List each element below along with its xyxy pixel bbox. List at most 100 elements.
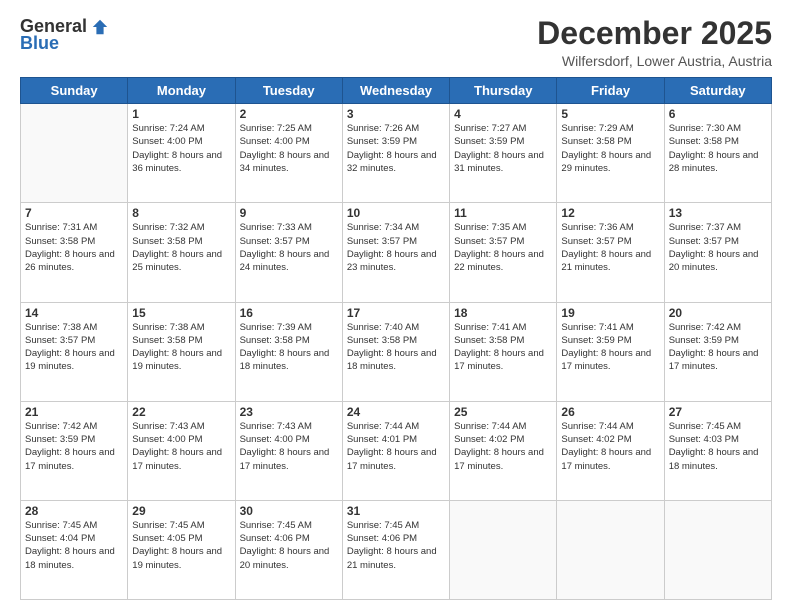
calendar-cell: 28Sunrise: 7:45 AMSunset: 4:04 PMDayligh… (21, 500, 128, 599)
logo-icon (91, 18, 109, 36)
day-of-week-header: Saturday (664, 78, 771, 104)
calendar-cell: 21Sunrise: 7:42 AMSunset: 3:59 PMDayligh… (21, 401, 128, 500)
day-number: 15 (132, 306, 230, 320)
calendar-cell: 8Sunrise: 7:32 AMSunset: 3:58 PMDaylight… (128, 203, 235, 302)
day-info: Sunrise: 7:44 AMSunset: 4:01 PMDaylight:… (347, 420, 445, 473)
day-info: Sunrise: 7:26 AMSunset: 3:59 PMDaylight:… (347, 122, 445, 175)
calendar-cell: 13Sunrise: 7:37 AMSunset: 3:57 PMDayligh… (664, 203, 771, 302)
day-number: 13 (669, 206, 767, 220)
calendar-cell: 24Sunrise: 7:44 AMSunset: 4:01 PMDayligh… (342, 401, 449, 500)
day-of-week-header: Tuesday (235, 78, 342, 104)
day-number: 25 (454, 405, 552, 419)
day-of-week-header: Monday (128, 78, 235, 104)
day-info: Sunrise: 7:30 AMSunset: 3:58 PMDaylight:… (669, 122, 767, 175)
day-of-week-header: Friday (557, 78, 664, 104)
calendar-cell: 23Sunrise: 7:43 AMSunset: 4:00 PMDayligh… (235, 401, 342, 500)
calendar-cell: 31Sunrise: 7:45 AMSunset: 4:06 PMDayligh… (342, 500, 449, 599)
subtitle: Wilfersdorf, Lower Austria, Austria (537, 53, 772, 69)
calendar-table: SundayMondayTuesdayWednesdayThursdayFrid… (20, 77, 772, 600)
day-number: 24 (347, 405, 445, 419)
day-number: 9 (240, 206, 338, 220)
month-title: December 2025 (537, 16, 772, 51)
day-number: 30 (240, 504, 338, 518)
day-of-week-header: Sunday (21, 78, 128, 104)
title-block: December 2025 Wilfersdorf, Lower Austria… (537, 16, 772, 69)
day-number: 18 (454, 306, 552, 320)
day-info: Sunrise: 7:35 AMSunset: 3:57 PMDaylight:… (454, 221, 552, 274)
day-info: Sunrise: 7:27 AMSunset: 3:59 PMDaylight:… (454, 122, 552, 175)
day-info: Sunrise: 7:45 AMSunset: 4:06 PMDaylight:… (240, 519, 338, 572)
calendar-cell (557, 500, 664, 599)
day-info: Sunrise: 7:34 AMSunset: 3:57 PMDaylight:… (347, 221, 445, 274)
day-info: Sunrise: 7:40 AMSunset: 3:58 PMDaylight:… (347, 321, 445, 374)
calendar-cell: 16Sunrise: 7:39 AMSunset: 3:58 PMDayligh… (235, 302, 342, 401)
calendar-cell: 12Sunrise: 7:36 AMSunset: 3:57 PMDayligh… (557, 203, 664, 302)
day-info: Sunrise: 7:42 AMSunset: 3:59 PMDaylight:… (25, 420, 123, 473)
calendar-cell: 9Sunrise: 7:33 AMSunset: 3:57 PMDaylight… (235, 203, 342, 302)
calendar-cell: 27Sunrise: 7:45 AMSunset: 4:03 PMDayligh… (664, 401, 771, 500)
day-number: 22 (132, 405, 230, 419)
calendar-week-row: 14Sunrise: 7:38 AMSunset: 3:57 PMDayligh… (21, 302, 772, 401)
calendar-cell: 3Sunrise: 7:26 AMSunset: 3:59 PMDaylight… (342, 104, 449, 203)
day-number: 26 (561, 405, 659, 419)
header: General Blue December 2025 Wilfersdorf, … (20, 16, 772, 69)
day-number: 23 (240, 405, 338, 419)
calendar-cell: 11Sunrise: 7:35 AMSunset: 3:57 PMDayligh… (450, 203, 557, 302)
logo: General Blue (20, 16, 109, 54)
day-number: 3 (347, 107, 445, 121)
day-of-week-header: Thursday (450, 78, 557, 104)
calendar-cell: 17Sunrise: 7:40 AMSunset: 3:58 PMDayligh… (342, 302, 449, 401)
calendar-cell: 22Sunrise: 7:43 AMSunset: 4:00 PMDayligh… (128, 401, 235, 500)
day-info: Sunrise: 7:41 AMSunset: 3:59 PMDaylight:… (561, 321, 659, 374)
day-number: 21 (25, 405, 123, 419)
calendar-header-row: SundayMondayTuesdayWednesdayThursdayFrid… (21, 78, 772, 104)
calendar-cell (664, 500, 771, 599)
day-number: 28 (25, 504, 123, 518)
calendar-cell: 30Sunrise: 7:45 AMSunset: 4:06 PMDayligh… (235, 500, 342, 599)
calendar-week-row: 7Sunrise: 7:31 AMSunset: 3:58 PMDaylight… (21, 203, 772, 302)
day-info: Sunrise: 7:31 AMSunset: 3:58 PMDaylight:… (25, 221, 123, 274)
day-number: 12 (561, 206, 659, 220)
day-info: Sunrise: 7:39 AMSunset: 3:58 PMDaylight:… (240, 321, 338, 374)
day-number: 6 (669, 107, 767, 121)
day-number: 20 (669, 306, 767, 320)
day-info: Sunrise: 7:37 AMSunset: 3:57 PMDaylight:… (669, 221, 767, 274)
day-info: Sunrise: 7:33 AMSunset: 3:57 PMDaylight:… (240, 221, 338, 274)
calendar-cell (21, 104, 128, 203)
day-number: 17 (347, 306, 445, 320)
day-info: Sunrise: 7:44 AMSunset: 4:02 PMDaylight:… (454, 420, 552, 473)
calendar-week-row: 28Sunrise: 7:45 AMSunset: 4:04 PMDayligh… (21, 500, 772, 599)
day-info: Sunrise: 7:41 AMSunset: 3:58 PMDaylight:… (454, 321, 552, 374)
day-info: Sunrise: 7:42 AMSunset: 3:59 PMDaylight:… (669, 321, 767, 374)
logo-blue-text: Blue (20, 33, 59, 54)
calendar-cell: 2Sunrise: 7:25 AMSunset: 4:00 PMDaylight… (235, 104, 342, 203)
day-number: 1 (132, 107, 230, 121)
calendar-cell: 19Sunrise: 7:41 AMSunset: 3:59 PMDayligh… (557, 302, 664, 401)
calendar-cell: 25Sunrise: 7:44 AMSunset: 4:02 PMDayligh… (450, 401, 557, 500)
calendar-cell: 29Sunrise: 7:45 AMSunset: 4:05 PMDayligh… (128, 500, 235, 599)
day-number: 8 (132, 206, 230, 220)
calendar-cell (450, 500, 557, 599)
day-info: Sunrise: 7:45 AMSunset: 4:05 PMDaylight:… (132, 519, 230, 572)
day-number: 27 (669, 405, 767, 419)
day-of-week-header: Wednesday (342, 78, 449, 104)
day-number: 19 (561, 306, 659, 320)
day-info: Sunrise: 7:45 AMSunset: 4:03 PMDaylight:… (669, 420, 767, 473)
calendar-cell: 20Sunrise: 7:42 AMSunset: 3:59 PMDayligh… (664, 302, 771, 401)
calendar-cell: 26Sunrise: 7:44 AMSunset: 4:02 PMDayligh… (557, 401, 664, 500)
calendar-week-row: 21Sunrise: 7:42 AMSunset: 3:59 PMDayligh… (21, 401, 772, 500)
calendar-cell: 7Sunrise: 7:31 AMSunset: 3:58 PMDaylight… (21, 203, 128, 302)
day-info: Sunrise: 7:29 AMSunset: 3:58 PMDaylight:… (561, 122, 659, 175)
day-number: 5 (561, 107, 659, 121)
day-info: Sunrise: 7:45 AMSunset: 4:06 PMDaylight:… (347, 519, 445, 572)
day-info: Sunrise: 7:32 AMSunset: 3:58 PMDaylight:… (132, 221, 230, 274)
day-number: 10 (347, 206, 445, 220)
calendar-cell: 14Sunrise: 7:38 AMSunset: 3:57 PMDayligh… (21, 302, 128, 401)
day-info: Sunrise: 7:43 AMSunset: 4:00 PMDaylight:… (132, 420, 230, 473)
day-info: Sunrise: 7:43 AMSunset: 4:00 PMDaylight:… (240, 420, 338, 473)
day-number: 7 (25, 206, 123, 220)
day-number: 29 (132, 504, 230, 518)
page: General Blue December 2025 Wilfersdorf, … (0, 0, 792, 612)
day-info: Sunrise: 7:25 AMSunset: 4:00 PMDaylight:… (240, 122, 338, 175)
calendar-cell: 4Sunrise: 7:27 AMSunset: 3:59 PMDaylight… (450, 104, 557, 203)
